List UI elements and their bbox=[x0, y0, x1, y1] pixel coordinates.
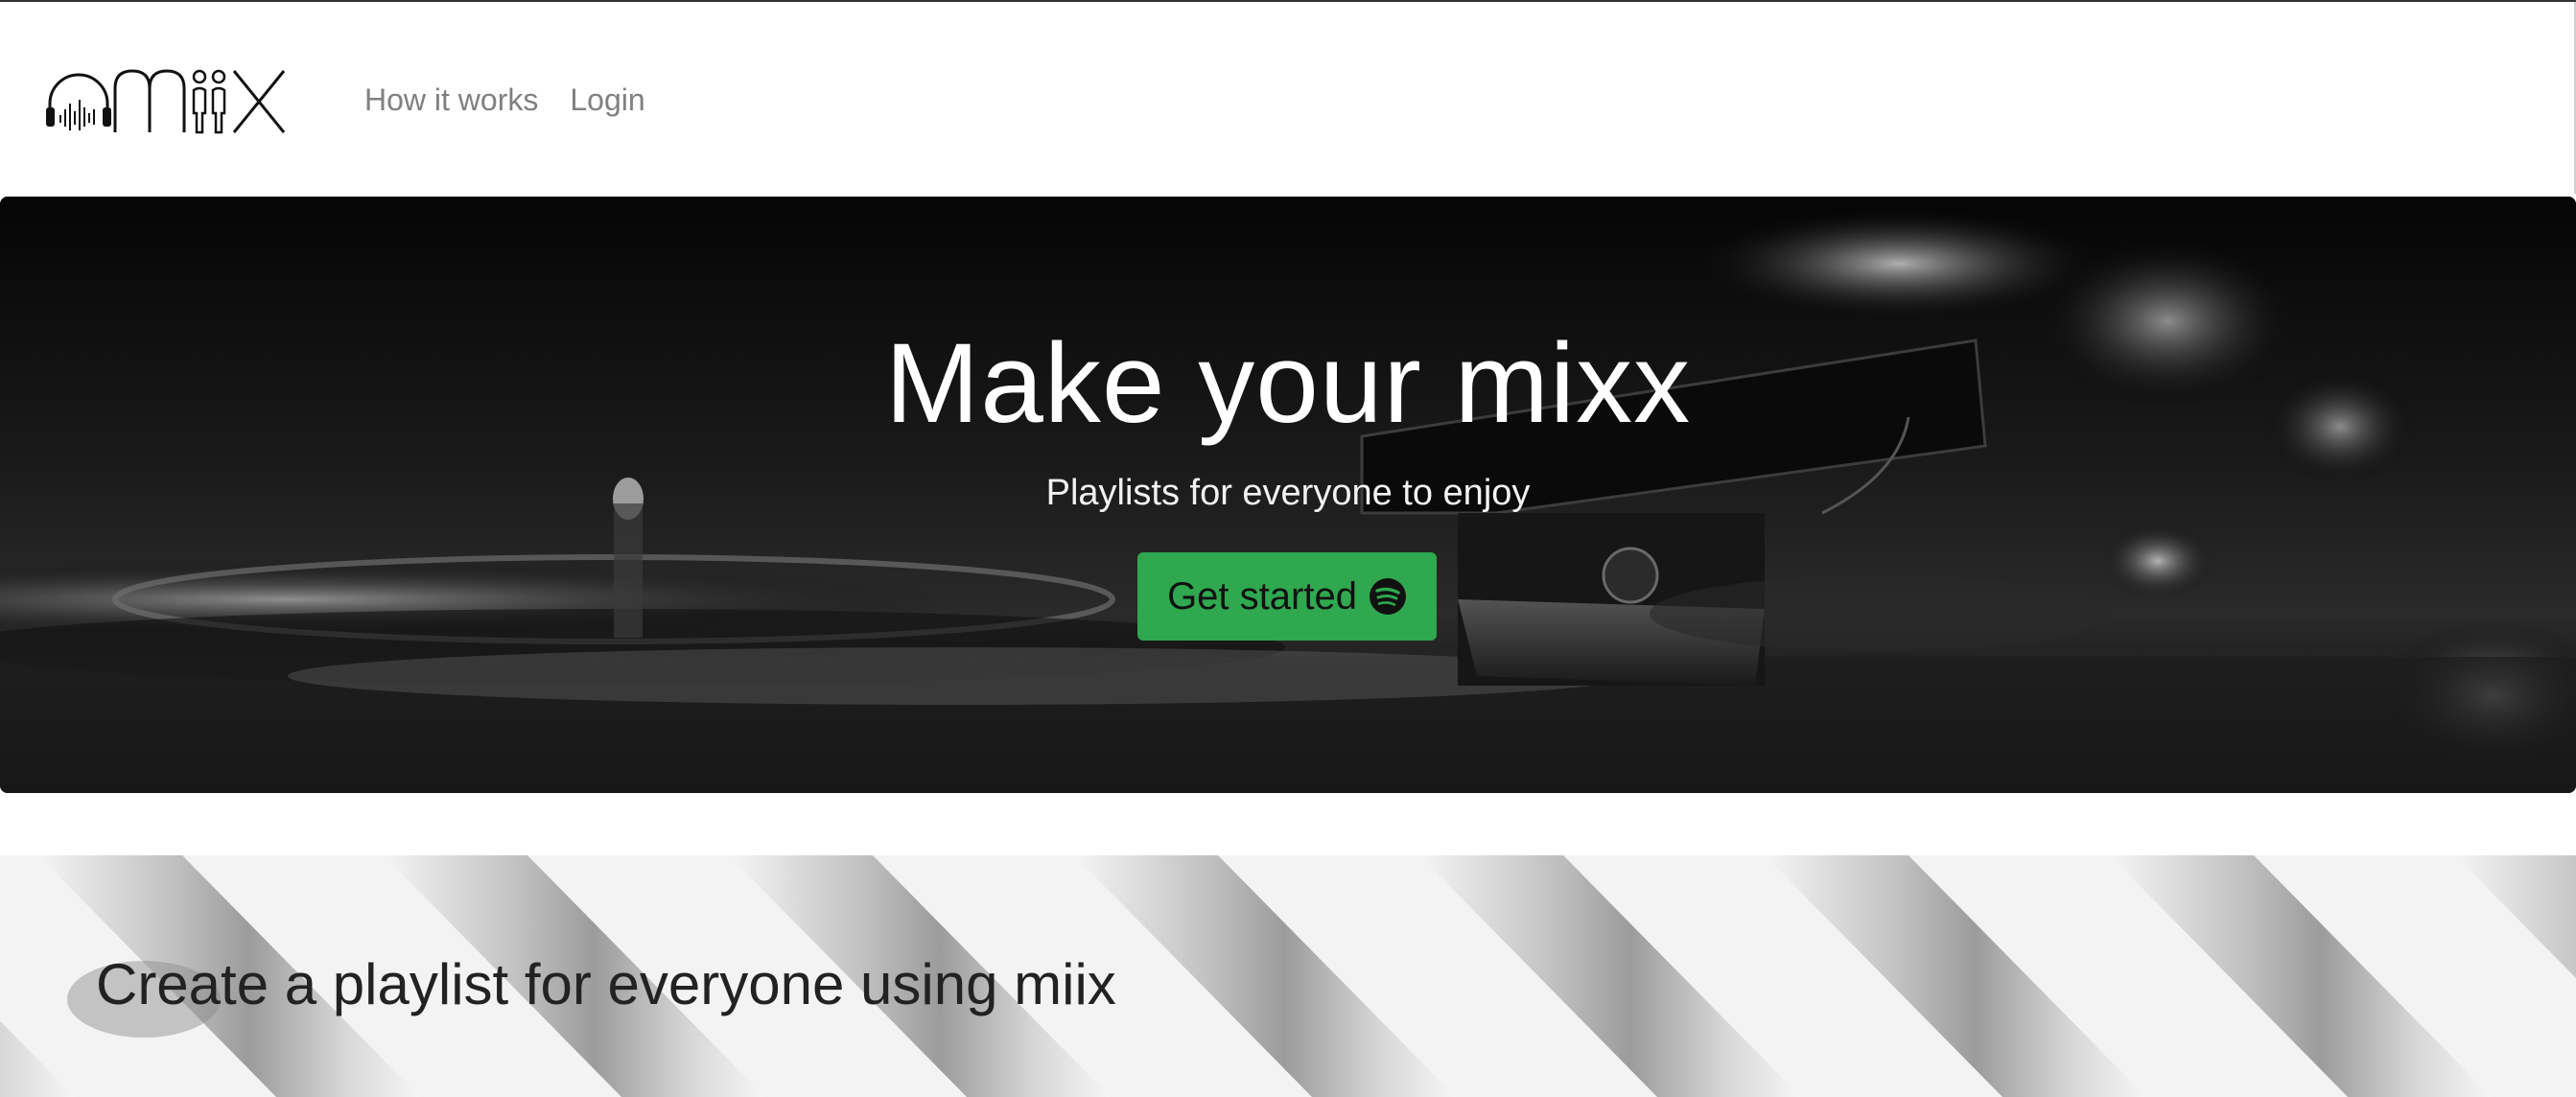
feature-heading: Create a playlist for everyone using mii… bbox=[96, 952, 1116, 1016]
top-navbar: How it works Login bbox=[0, 2, 2576, 194]
nav-how-it-works[interactable]: How it works bbox=[364, 79, 538, 121]
hero-banner: Make your mixx Playlists for everyone to… bbox=[0, 197, 2576, 793]
hero-content: Make your mixx Playlists for everyone to… bbox=[0, 197, 2576, 793]
get-started-button[interactable]: Get started bbox=[1137, 552, 1437, 641]
feature-section: Create a playlist for everyone using mii… bbox=[0, 855, 2576, 1097]
hero-subtitle: Playlists for everyone to enjoy bbox=[1045, 473, 1531, 513]
get-started-label: Get started bbox=[1167, 574, 1357, 618]
hero-title: Make your mixx bbox=[884, 320, 1692, 447]
brand-logo[interactable] bbox=[46, 65, 288, 134]
page: How it works Login Make your mixx Playli… bbox=[0, 0, 2576, 1097]
spotify-icon bbox=[1369, 578, 1406, 615]
nav-login[interactable]: Login bbox=[570, 79, 644, 121]
nav-links: How it works Login bbox=[364, 79, 645, 121]
headphones-logo-icon bbox=[46, 69, 286, 134]
